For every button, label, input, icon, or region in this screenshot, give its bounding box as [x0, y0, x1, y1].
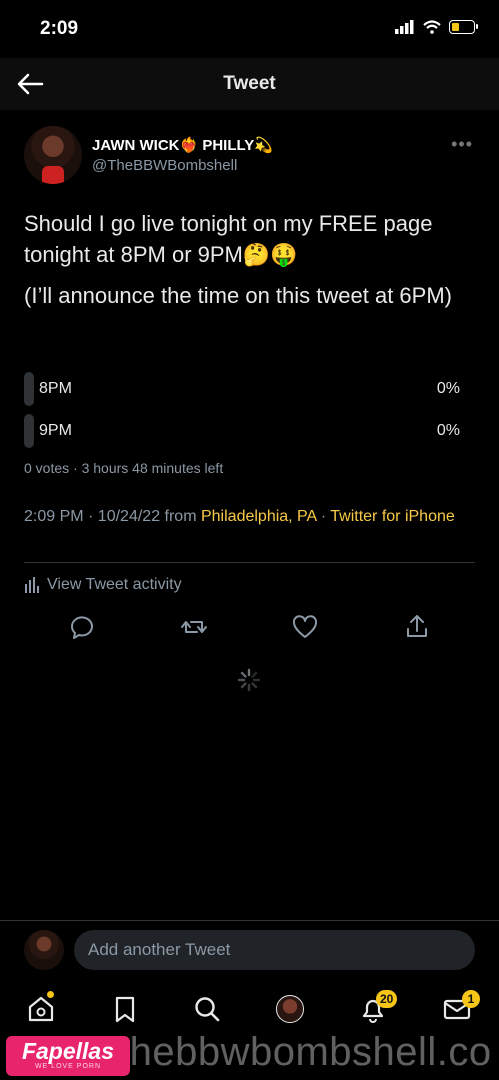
search-icon: [195, 997, 220, 1022]
nav-spaces[interactable]: [276, 995, 308, 1027]
tweet-text-line: Should I go live tonight on my FREE page…: [24, 211, 433, 267]
share-icon[interactable]: [402, 612, 432, 642]
poll-meta: 0 votes · 3 hours 48 minutes left: [24, 460, 224, 476]
divider: [0, 920, 499, 921]
watermark-logo-sub: WE LOVE PORN: [34, 1063, 102, 1070]
location-link[interactable]: Philadelphia, PA: [201, 508, 316, 525]
nav-notifications[interactable]: 20: [358, 990, 398, 1026]
tweet-text-line: (I’ll announce the time on this tweet at…: [24, 283, 452, 308]
source-link[interactable]: Twitter for iPhone: [330, 508, 455, 525]
tweet-text: Should I go live tonight on my FREE page…: [24, 208, 479, 321]
wifi-icon: [423, 20, 441, 34]
poll-option-label: 9PM: [39, 422, 72, 439]
timestamp-text: 2:09 PM · 10/24/22 from: [24, 508, 201, 525]
poll-bar: [24, 414, 34, 448]
status-icons: [395, 20, 478, 34]
home-icon: [28, 996, 54, 1022]
reply-icon[interactable]: [67, 612, 97, 642]
spaces-avatar: [276, 995, 304, 1023]
nav-search[interactable]: [192, 994, 224, 1026]
poll-option-percent: 0%: [436, 422, 460, 439]
status-time: 2:09: [40, 18, 79, 39]
author-display-name[interactable]: JAWN WICK❤️‍🔥 PHILLY💫: [92, 136, 273, 154]
bookmark-icon: [115, 996, 135, 1023]
watermark-text: thebbwbombshell.co: [118, 1030, 492, 1074]
tweet-actions: [24, 612, 479, 642]
poll-option[interactable]: 8PM 0%: [24, 372, 462, 406]
view-activity-link[interactable]: View Tweet activity: [24, 576, 182, 594]
author-avatar[interactable]: [24, 126, 82, 184]
user-avatar[interactable]: [24, 930, 64, 970]
poll-bar: [24, 372, 34, 406]
poll-option-percent: 0%: [436, 380, 460, 397]
watermark-logo: Fapellas WE LOVE PORN: [6, 1036, 130, 1076]
battery-icon: [449, 20, 478, 34]
retweet-icon[interactable]: [179, 612, 209, 642]
cellular-signal-icon: [395, 20, 414, 34]
analytics-icon: [25, 577, 39, 593]
watermark-logo-text: Fapellas: [21, 1038, 115, 1064]
nav-bookmarks[interactable]: [110, 994, 142, 1026]
divider: [24, 562, 475, 563]
poll-option[interactable]: 9PM 0%: [24, 414, 462, 448]
more-options-icon[interactable]: •••: [451, 134, 473, 155]
poll-option-label: 8PM: [39, 380, 72, 397]
page-title: Tweet: [223, 73, 276, 94]
home-notification-dot: [47, 991, 54, 998]
messages-badge: 1: [462, 990, 480, 1008]
nav-messages[interactable]: 1: [442, 990, 480, 1026]
nav-home[interactable]: [26, 991, 58, 1026]
author-handle[interactable]: @TheBBWBombshell: [92, 157, 237, 174]
like-icon[interactable]: [290, 612, 320, 642]
notifications-badge: 20: [376, 990, 398, 1008]
loading-spinner-icon: [237, 668, 261, 692]
tweet-timestamp: 2:09 PM · 10/24/22 from Philadelphia, PA…: [24, 506, 464, 528]
separator: ·: [316, 508, 331, 525]
activity-label: View Tweet activity: [47, 576, 182, 593]
add-tweet-input[interactable]: [74, 930, 475, 970]
